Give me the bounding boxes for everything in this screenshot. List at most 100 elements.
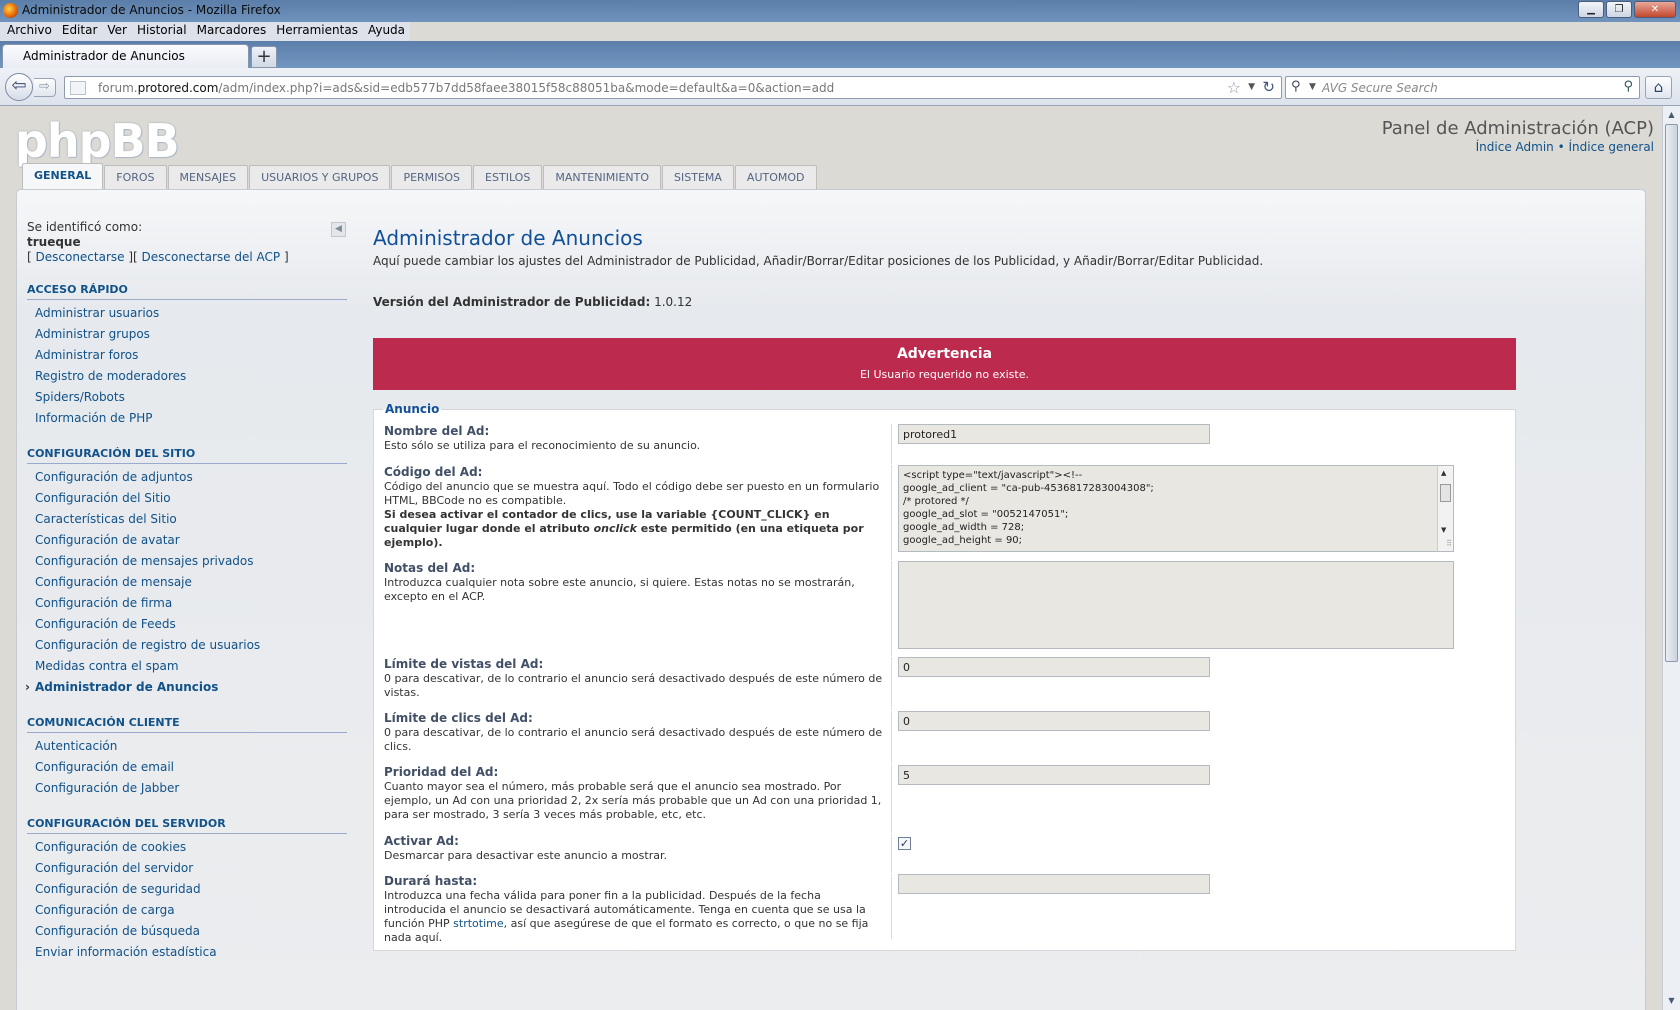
page-title: Administrador de Anuncios (373, 226, 643, 250)
forward-button[interactable]: ⇨ (34, 78, 56, 97)
ad-notes-textarea[interactable] (898, 561, 1454, 649)
tab-foros[interactable]: FOROS (104, 165, 167, 189)
sidebar-item-config-busqueda[interactable]: Configuración de búsqueda (27, 921, 347, 942)
firefox-logo-icon[interactable] (3, 3, 18, 18)
link-separator: • (1557, 140, 1565, 154)
sidebar-item-config-sitio[interactable]: Configuración del Sitio (27, 488, 347, 509)
active-label: Activar Ad: (384, 834, 459, 848)
priority-input[interactable]: 5 (898, 765, 1210, 785)
fieldset-legend: Anuncio (385, 402, 440, 416)
menu-herramientas[interactable]: Herramientas (271, 22, 363, 41)
url-text[interactable]: forum.protored.com/adm/index.php?i=ads&s… (98, 81, 834, 95)
menu-ver[interactable]: Ver (102, 22, 132, 41)
browser-tab[interactable]: Administrador de Anuncios (2, 44, 249, 68)
search-bar[interactable]: ⚲ ▼ AVG Secure Search ⚲ (1285, 76, 1640, 99)
sidebar-item-config-seguridad[interactable]: Configuración de seguridad (27, 879, 347, 900)
end-date-input[interactable] (898, 874, 1210, 894)
sidebar-item-config-avatar[interactable]: Configuración de avatar (27, 530, 347, 551)
sidebar-item-config-firma[interactable]: Configuración de firma (27, 593, 347, 614)
search-input[interactable]: AVG Secure Search (1322, 81, 1438, 95)
sidebar-item-config-jabber[interactable]: Configuración de Jabber (27, 778, 347, 799)
sidebar-item-administrar-grupos[interactable]: Administrar grupos (27, 324, 347, 345)
reload-icon[interactable]: ↻ (1262, 78, 1275, 96)
home-button[interactable]: ⌂ (1645, 76, 1672, 99)
sidebar-item-autenticacion[interactable]: Autenticación (27, 736, 347, 757)
sidebar-item-config-mensaje[interactable]: Configuración de mensaje (27, 572, 347, 593)
sidebar-item-registro-moderadores[interactable]: Registro de moderadores (27, 366, 347, 387)
collapse-menu-icon[interactable]: ◀ (331, 222, 346, 237)
menu-archivo[interactable]: Archivo (2, 22, 57, 41)
page-intro: Aquí puede cambiar los ajustes del Admin… (373, 254, 1264, 268)
page-scroll-up-icon[interactable]: ▲ (1665, 108, 1678, 122)
page-scroll-thumb[interactable] (1665, 124, 1678, 662)
logout-link[interactable]: Desconectarse (36, 250, 125, 264)
ad-code-desc-onclick: onclick (593, 522, 637, 535)
new-tab-button[interactable]: + (251, 46, 277, 68)
window-title: Administrador de Anuncios - Mozilla Fire… (22, 3, 281, 17)
sidebar-item-config-adjuntos[interactable]: Configuración de adjuntos (27, 467, 347, 488)
tab-permisos[interactable]: PERMISOS (391, 165, 473, 189)
menu-editar[interactable]: Editar (57, 22, 103, 41)
tab-usuarios-grupos[interactable]: USUARIOS Y GRUPOS (249, 165, 391, 189)
tab-mantenimiento[interactable]: MANTENIMIENTO (543, 165, 662, 189)
sidebar-item-config-carga[interactable]: Configuración de carga (27, 900, 347, 921)
search-go-icon[interactable]: ⚲ (1623, 79, 1633, 94)
tab-general[interactable]: GENERAL (22, 163, 104, 189)
active-checkbox[interactable]: ✓ (898, 837, 911, 850)
tab-sistema[interactable]: SISTEMA (662, 165, 734, 189)
sidebar-item-config-feeds[interactable]: Configuración de Feeds (27, 614, 347, 635)
priority-label: Prioridad del Ad: (384, 765, 499, 779)
maximize-button[interactable]: ❐ (1606, 1, 1632, 18)
menu-historial[interactable]: Historial (132, 22, 192, 41)
sidebar-item-administrador-anuncios[interactable]: Administrador de Anuncios (27, 677, 347, 698)
page-scrollbar[interactable]: ▲ ▼ (1662, 106, 1680, 1010)
back-button[interactable]: ⇦ (5, 73, 33, 101)
section-configuracion-sitio: CONFIGURACIÓN DEL SITIO (27, 447, 347, 464)
sidebar-item-config-servidor[interactable]: Configuración del servidor (27, 858, 347, 879)
menu-ayuda[interactable]: Ayuda (363, 22, 410, 41)
views-limit-desc: 0 para descativar, de lo contrario el an… (384, 672, 883, 699)
search-engine-icon[interactable]: ⚲ (1291, 79, 1301, 94)
tab-estilos[interactable]: ESTILOS (473, 165, 543, 189)
sidebar-item-administrar-usuarios[interactable]: Administrar usuarios (27, 303, 347, 324)
section-acceso-rapido: ACCESO RÁPIDO (27, 283, 347, 300)
version-label: Versión del Administrador de Publicidad: (373, 295, 651, 309)
sidebar-item-config-cookies[interactable]: Configuración de cookies (27, 837, 347, 858)
strtotime-link[interactable]: strtotime (453, 917, 503, 930)
sidebar-item-informacion-php[interactable]: Información de PHP (27, 408, 347, 429)
sidebar-item-medidas-spam[interactable]: Medidas contra el spam (27, 656, 347, 677)
bookmark-star-icon[interactable]: ☆ (1227, 78, 1241, 97)
scroll-up-arrow-icon[interactable]: ▲ (1441, 467, 1446, 480)
scroll-down-arrow-icon[interactable]: ▼ (1441, 524, 1446, 537)
tab-automod[interactable]: AUTOMOD (734, 165, 817, 189)
ad-name-desc: Esto sólo se utiliza para el reconocimie… (384, 439, 701, 452)
sidebar-item-caracteristicas-sitio[interactable]: Características del Sitio (27, 509, 347, 530)
tab-mensajes[interactable]: MENSAJES (167, 165, 249, 189)
url-history-dropdown-icon[interactable]: ▼ (1248, 82, 1255, 92)
sidebar-item-spiders-robots[interactable]: Spiders/Robots (27, 387, 347, 408)
views-limit-input[interactable]: 0 (898, 657, 1210, 677)
page-scroll-down-icon[interactable]: ▼ (1665, 994, 1678, 1008)
general-index-link[interactable]: Índice general (1569, 140, 1655, 154)
sidebar-item-config-email[interactable]: Configuración de email (27, 757, 347, 778)
sidebar-item-config-mensajes-privados[interactable]: Configuración de mensajes privados (27, 551, 347, 572)
sidebar-item-config-registro-usuarios[interactable]: Configuración de registro de usuarios (27, 635, 347, 656)
minimize-button[interactable]: ▁ (1578, 1, 1604, 18)
logout-acp-link[interactable]: Desconectarse del ACP (142, 250, 281, 264)
active-desc: Desmarcar para desactivar este anuncio a… (384, 849, 667, 862)
ad-notes-label: Notas del Ad: (384, 561, 476, 575)
ad-name-input[interactable]: protored1 (898, 424, 1210, 444)
sidebar-item-administrar-foros[interactable]: Administrar foros (27, 345, 347, 366)
menu-marcadores[interactable]: Marcadores (192, 22, 272, 41)
sidebar-item-enviar-estadisticas[interactable]: Enviar información estadística (27, 942, 347, 963)
search-engine-dropdown-icon[interactable]: ▼ (1309, 82, 1316, 92)
username: trueque (27, 235, 81, 249)
scroll-thumb[interactable] (1440, 484, 1451, 502)
resize-grip-icon[interactable]: ⠿ (1446, 537, 1452, 550)
clicks-limit-input[interactable]: 0 (898, 711, 1210, 731)
admin-index-link[interactable]: Índice Admin (1476, 140, 1554, 154)
phpbb-logo[interactable]: phpBB (15, 114, 180, 168)
url-bar[interactable]: forum.protored.com/adm/index.php?i=ads&s… (64, 76, 1282, 99)
ad-code-textarea[interactable]: <script type="text/javascript"><!-- goog… (898, 465, 1454, 552)
close-window-button[interactable]: ✕ (1634, 1, 1676, 18)
